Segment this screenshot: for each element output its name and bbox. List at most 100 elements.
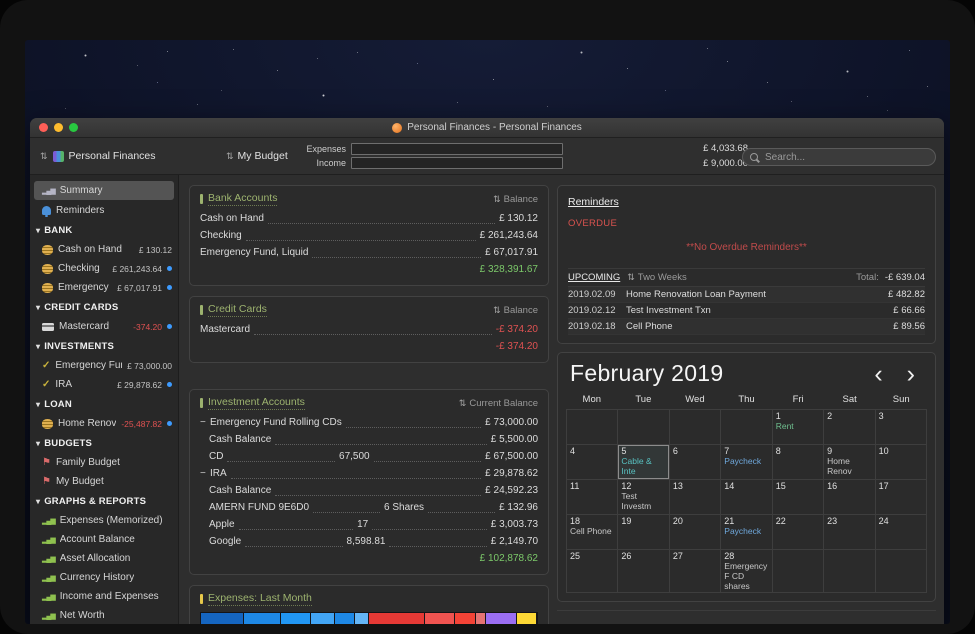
reminders-link[interactable]: Reminders — [568, 196, 619, 208]
calendar-prev-button[interactable]: ‹ — [874, 364, 882, 384]
account-row[interactable]: Emergency Fund, Liquid £ 67,017.91 — [200, 244, 538, 261]
calendar-cell[interactable]: 8 — [773, 445, 823, 479]
search-input[interactable] — [763, 151, 928, 164]
sidebar-section-budgets[interactable]: BUDGETS — [30, 433, 178, 453]
zoom-button[interactable] — [69, 123, 78, 132]
calendar-cell[interactable] — [670, 410, 720, 444]
calendar-cell[interactable]: 22 — [773, 515, 823, 549]
calendar-cell[interactable]: 2 — [824, 410, 874, 444]
calendar-next-button[interactable]: › — [907, 364, 915, 384]
reminder-date: 2019.02.12 — [568, 305, 626, 316]
holding-row[interactable]: Cash Balance £ 24,592.23 — [200, 482, 538, 499]
calendar-cell[interactable]: 6 — [670, 445, 720, 479]
panel-title[interactable]: Credit Cards — [208, 303, 267, 317]
day-note: Test Investm — [621, 492, 665, 512]
calendar-cell[interactable]: 28Emergency F CD shares — [721, 550, 771, 592]
sort-by-current-balance[interactable]: Current Balance — [459, 398, 538, 409]
collapse-toggle[interactable]: − — [200, 417, 210, 428]
calendar-cell[interactable]: 11 — [567, 480, 617, 514]
reminder-row[interactable]: 2019.02.09 Home Renovation Loan Payment … — [568, 287, 925, 303]
calendar-cell[interactable]: 14 — [721, 480, 771, 514]
search-box[interactable] — [742, 148, 936, 166]
calendar-cell[interactable]: 25 — [567, 550, 617, 592]
calendar-cell[interactable] — [567, 410, 617, 444]
holding-row[interactable]: Google 8,598.81 £ 2,149.70 — [200, 533, 538, 550]
upcoming-link[interactable]: UPCOMING — [568, 272, 620, 283]
panel-accent-icon — [200, 594, 203, 604]
sidebar-item-ira[interactable]: IRA £ 29,878.62 — [30, 375, 178, 394]
calendar-cell[interactable]: 23 — [824, 515, 874, 549]
budget-selector[interactable]: My Budget — [226, 138, 288, 174]
calendar-cell[interactable]: 9Home Renov — [824, 445, 874, 479]
calendar-cell[interactable] — [618, 410, 668, 444]
sidebar-section-loan[interactable]: LOAN — [30, 394, 178, 414]
sidebar-item-account-balance[interactable]: Account Balance — [30, 530, 178, 549]
calendar-cell[interactable] — [876, 550, 926, 592]
sidebar-item-summary[interactable]: Summary — [34, 181, 174, 200]
minimize-button[interactable] — [54, 123, 63, 132]
calendar-cell[interactable]: 26 — [618, 550, 668, 592]
sort-by-balance[interactable]: Balance — [493, 194, 538, 205]
sidebar-item-asset-allocation[interactable]: Asset Allocation — [30, 549, 178, 568]
calendar-cell[interactable]: 1Rent — [773, 410, 823, 444]
sidebar-item-checking[interactable]: Checking £ 261,243.64 — [30, 259, 178, 278]
collapse-toggle[interactable]: − — [200, 468, 210, 479]
account-row[interactable]: Mastercard -£ 374.20 — [200, 321, 538, 338]
reminder-row[interactable]: 2019.02.12 Test Investment Txn £ 66.66 — [568, 303, 925, 319]
calendar-cell[interactable]: 21Paycheck — [721, 515, 771, 549]
account-row[interactable]: Cash on Hand £ 130.12 — [200, 210, 538, 227]
calendar-cell[interactable]: 18Cell Phone — [567, 515, 617, 549]
calendar-cell[interactable] — [773, 550, 823, 592]
sidebar-section-graphs-reports[interactable]: GRAPHS & REPORTS — [30, 491, 178, 511]
holding-row[interactable]: AMERN FUND 9E6D0 6 Shares £ 132.96 — [200, 499, 538, 516]
overdue-label: OVERDUE — [568, 218, 925, 229]
holding-row[interactable]: CD 67,500 £ 67,500.00 — [200, 448, 538, 465]
sidebar-section-bank[interactable]: BANK — [30, 220, 178, 240]
account-row[interactable]: − IRA £ 29,878.62 — [200, 465, 538, 482]
account-row[interactable]: Checking £ 261,243.64 — [200, 227, 538, 244]
calendar-cell[interactable]: 12Test Investm — [618, 480, 668, 514]
sidebar-item-currency-history[interactable]: Currency History — [30, 568, 178, 587]
sidebar-item-cash-on-hand[interactable]: Cash on Hand £ 130.12 — [30, 240, 178, 259]
calendar-cell[interactable]: 7Paycheck — [721, 445, 771, 479]
close-button[interactable] — [39, 123, 48, 132]
calendar-cell[interactable]: 17 — [876, 480, 926, 514]
sidebar-item-my-budget[interactable]: My Budget — [30, 472, 178, 491]
account-row[interactable]: − Emergency Fund Rolling CDs £ 73,000.00 — [200, 414, 538, 431]
sidebar-item-home-renovation[interactable]: Home Renovati... -25,487.82 — [30, 414, 178, 433]
sidebar-section-investments[interactable]: INVESTMENTS — [30, 336, 178, 356]
sidebar-item-net-worth[interactable]: Net Worth — [30, 606, 178, 624]
panel-title[interactable]: Expenses: Last Month — [208, 592, 312, 606]
sidebar-item-expenses-memorized[interactable]: Expenses (Memorized) — [30, 511, 178, 530]
calendar-cell[interactable]: 20 — [670, 515, 720, 549]
sidebar-section-credit-cards[interactable]: CREDIT CARDS — [30, 297, 178, 317]
sidebar-item-mastercard[interactable]: Mastercard -374.20 — [30, 317, 178, 336]
calendar-cell[interactable]: 27 — [670, 550, 720, 592]
calendar-cell[interactable] — [824, 550, 874, 592]
holding-row[interactable]: Apple 17 £ 3,003.73 — [200, 516, 538, 533]
sidebar-item-income-and-expenses[interactable]: Income and Expenses — [30, 587, 178, 606]
sidebar-item-emergency-fund[interactable]: Emergency Fun... £ 67,017.91 — [30, 278, 178, 297]
calendar-cell[interactable]: 10 — [876, 445, 926, 479]
panel-title[interactable]: Investment Accounts — [208, 396, 305, 410]
calendar-cell[interactable] — [721, 410, 771, 444]
reminder-row[interactable]: 2019.02.18 Cell Phone £ 89.56 — [568, 319, 925, 335]
calendar-cell[interactable]: 13 — [670, 480, 720, 514]
holding-row[interactable]: Cash Balance £ 5,500.00 — [200, 431, 538, 448]
sidebar-item-value: £ 73,000.00 — [127, 361, 172, 371]
calendar-cell[interactable]: 16 — [824, 480, 874, 514]
panel-title[interactable]: Bank Accounts — [208, 192, 277, 206]
sidebar-item-family-budget[interactable]: Family Budget — [30, 453, 178, 472]
range-selector[interactable]: Two Weeks — [627, 272, 686, 283]
calendar-cell-selected[interactable]: 5Cable & Inte — [618, 445, 668, 479]
expense-segment — [476, 613, 487, 624]
sidebar-item-emergency-fund-invest[interactable]: Emergency Fun... £ 73,000.00 — [30, 356, 178, 375]
calendar-cell[interactable]: 19 — [618, 515, 668, 549]
calendar-cell[interactable]: 4 — [567, 445, 617, 479]
calendar-cell[interactable]: 3 — [876, 410, 926, 444]
calendar-cell[interactable]: 15 — [773, 480, 823, 514]
sort-by-balance[interactable]: Balance — [493, 305, 538, 316]
sidebar-item-reminders[interactable]: Reminders — [30, 201, 178, 220]
calendar-cell[interactable]: 24 — [876, 515, 926, 549]
file-selector[interactable]: Personal Finances — [40, 138, 156, 174]
